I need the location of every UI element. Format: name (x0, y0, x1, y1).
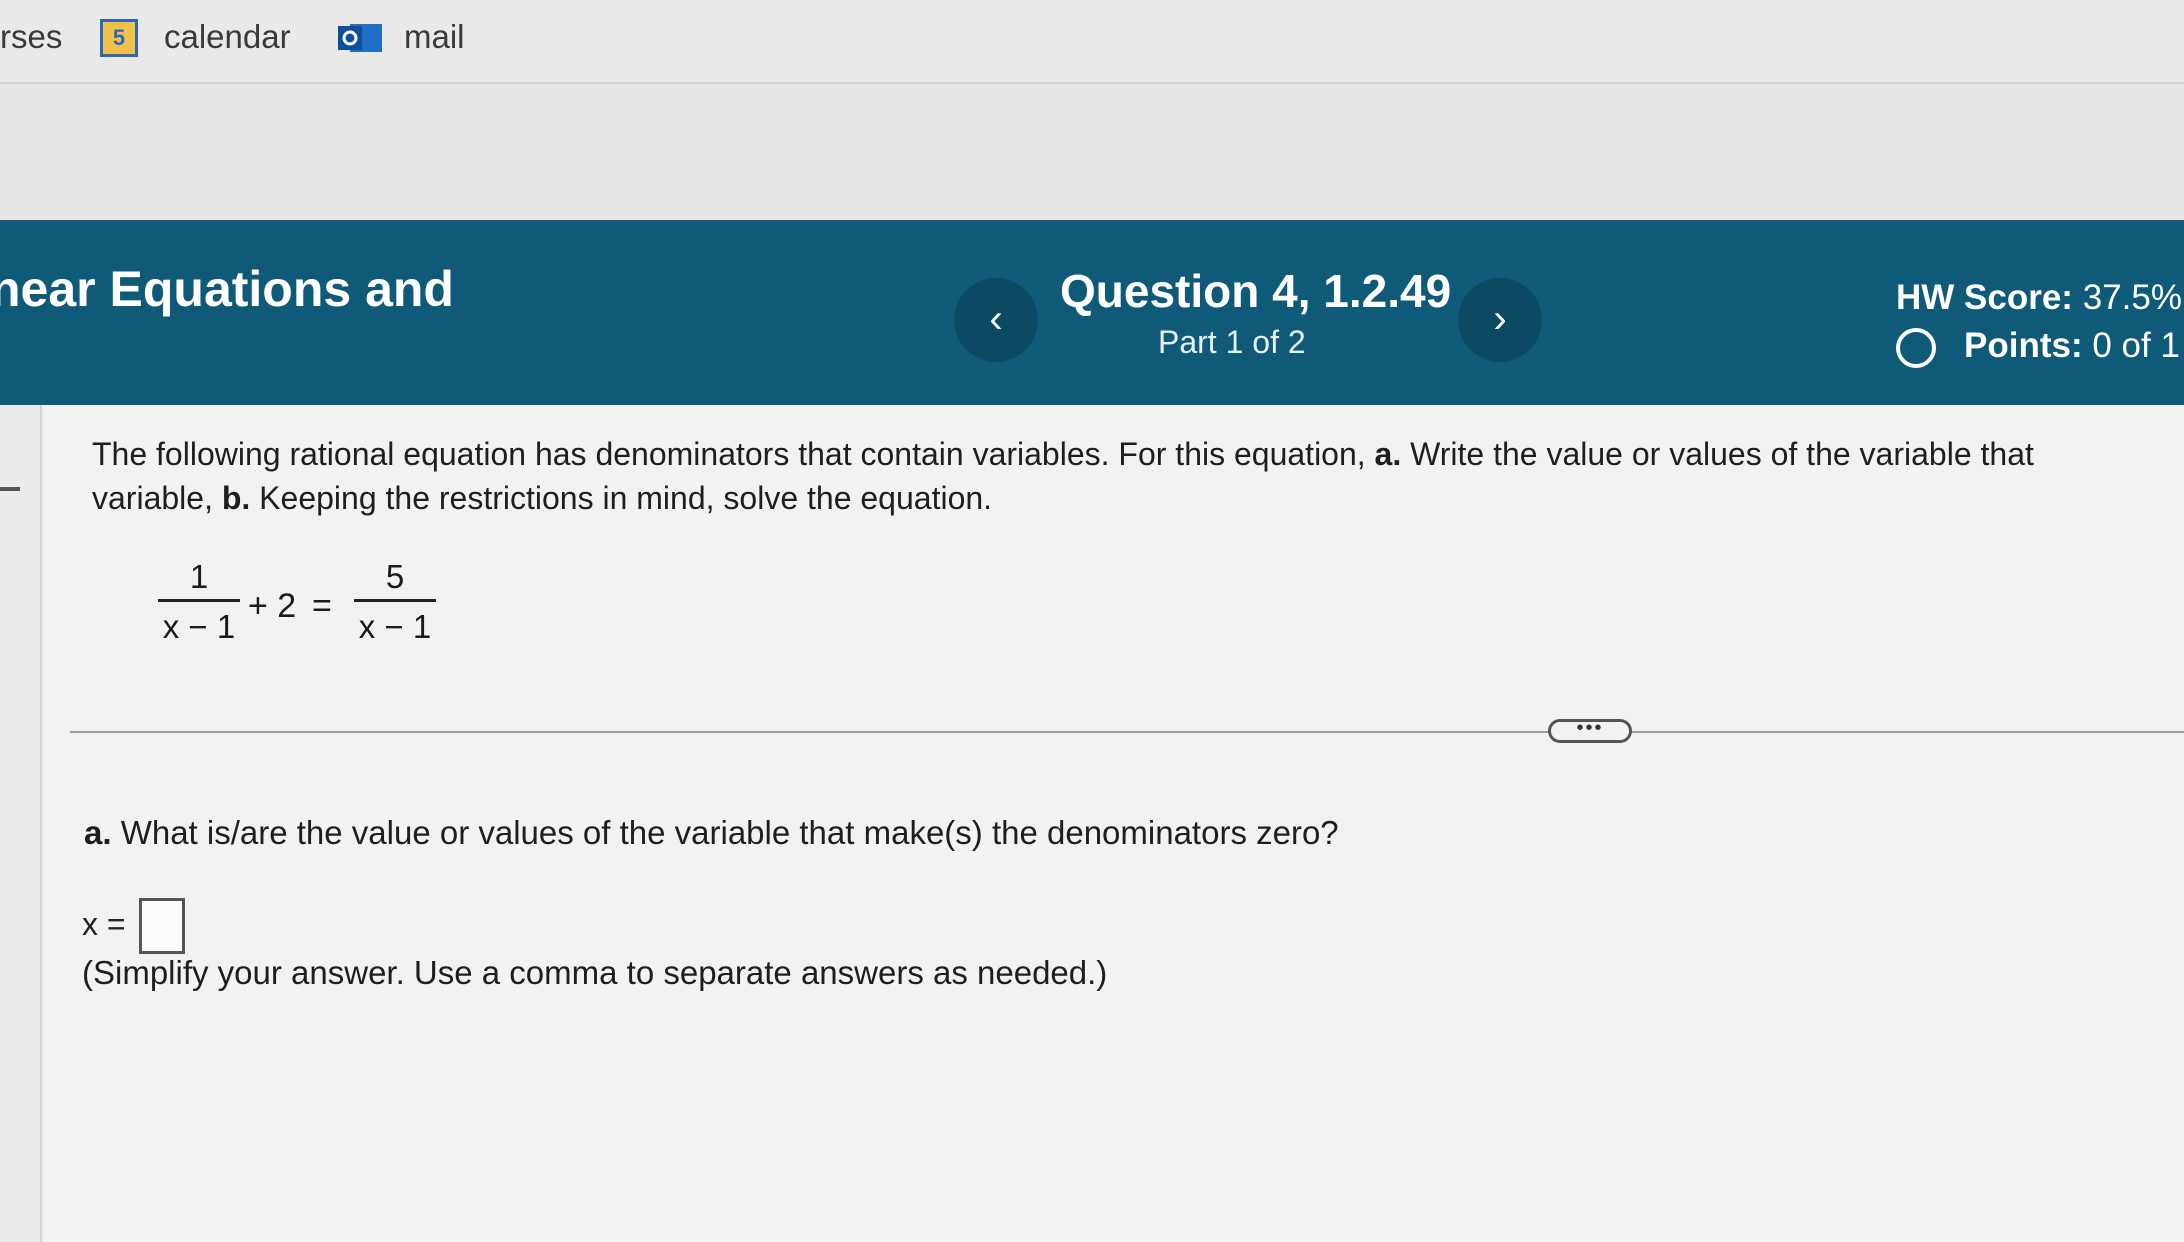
chevron-right-icon: › (1493, 297, 1507, 341)
calendar-icon[interactable]: 5 (100, 19, 138, 57)
assignment-title: near Equations and (0, 261, 454, 317)
points: Points: 0 of 1 (1964, 326, 2180, 366)
hw-score-label: HW Score: (1896, 278, 2073, 317)
bookmark-mail[interactable]: mail (404, 18, 465, 56)
part-a-question: a. What is/are the value or values of th… (84, 814, 1339, 851)
plus-two: + 2 (248, 587, 297, 625)
left-edge-marker (0, 487, 20, 491)
bookmark-calendar[interactable]: calendar (164, 18, 291, 56)
instructions-line-2: variable, b. Keeping the restrictions in… (92, 480, 993, 516)
right-numerator: 5 (385, 558, 405, 595)
next-question-button[interactable]: › (1458, 278, 1542, 362)
problem-instructions: The following rational equation has deno… (92, 432, 2034, 520)
previous-question-button[interactable]: ‹ (954, 278, 1038, 362)
chevron-left-icon: ‹ (989, 297, 1003, 341)
equals-sign: = (312, 587, 332, 625)
expand-more-button[interactable]: ••• (1548, 718, 1632, 743)
instructions-line-1: The following rational equation has deno… (92, 436, 2034, 472)
page-top-gap (0, 84, 2184, 220)
question-title: Question 4, 1.2.49 (1060, 265, 1452, 317)
hw-score-value: 37.5% (2082, 278, 2182, 317)
left-fraction: 1 x − 1 (158, 555, 240, 648)
right-fraction: 5 x − 1 (354, 555, 436, 648)
question-header: near Equations and ‹ Question 4, 1.2.49 … (0, 220, 2184, 405)
left-numerator: 1 (189, 558, 209, 595)
section-divider (70, 731, 2184, 733)
answer-prefix: x = (82, 906, 126, 942)
points-label: Points: (1964, 326, 2083, 365)
points-value: 0 of 1 (2092, 326, 2180, 365)
right-denominator: x − 1 (358, 608, 432, 645)
question-part: Part 1 of 2 (1158, 324, 1306, 360)
points-status-icon (1896, 328, 1936, 368)
left-denominator: x − 1 (162, 608, 236, 645)
bookmarks-bar: rses 5 calendar mail (0, 0, 2184, 84)
answer-hint: (Simplify your answer. Use a comma to se… (82, 954, 1108, 991)
answer-input-box[interactable] (139, 898, 185, 954)
mail-icon[interactable] (338, 20, 384, 56)
bookmark-courses-partial[interactable]: rses (0, 18, 62, 56)
hw-score: HW Score: 37.5% (1896, 278, 2182, 318)
